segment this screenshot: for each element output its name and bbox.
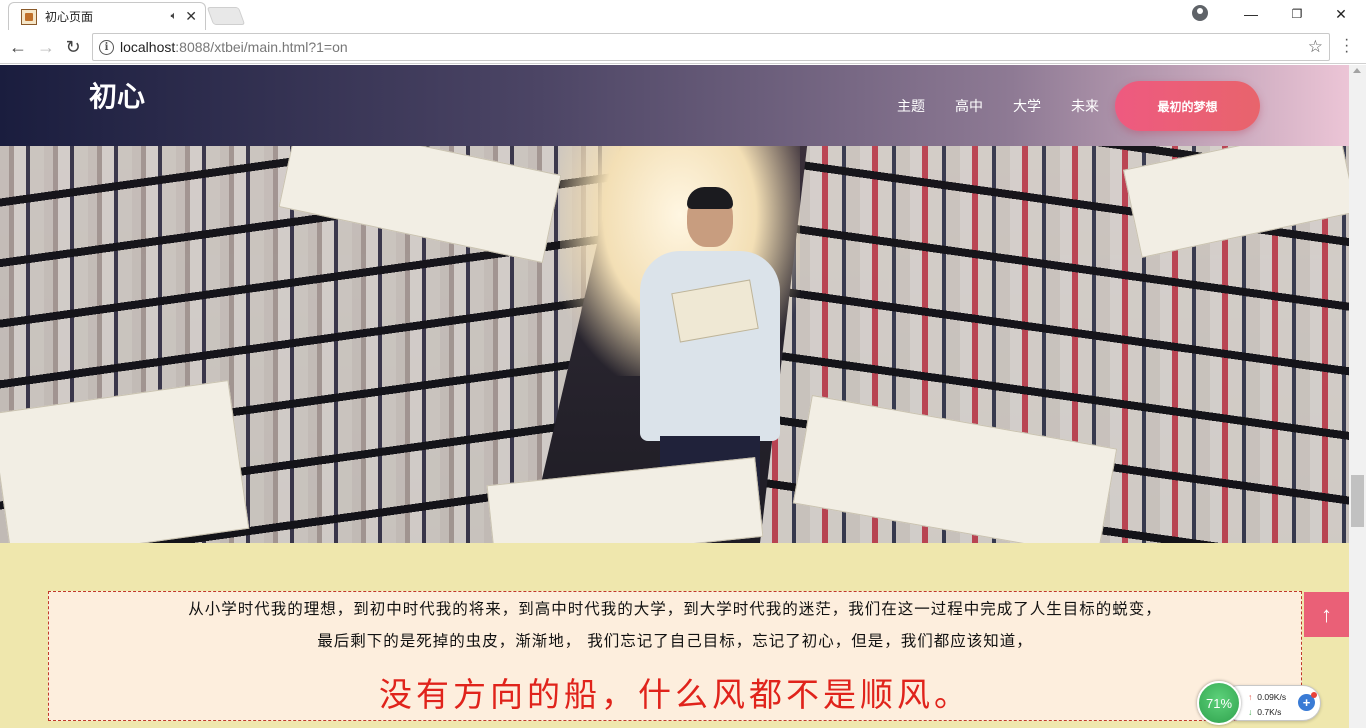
url-host: localhost xyxy=(120,39,176,55)
back-arrow-icon[interactable]: ← xyxy=(7,36,29,58)
browser-toolbar: ← → ↻ i localhost:8088/xtbei/main.html?1… xyxy=(0,30,1366,64)
download-arrow-icon: ↓ xyxy=(1248,707,1253,717)
site-info-icon[interactable]: i xyxy=(99,39,114,55)
nav-link-university[interactable]: 大学 xyxy=(1013,96,1041,116)
account-icon[interactable] xyxy=(1192,5,1208,21)
tab-close-icon[interactable]: ✕ xyxy=(185,8,197,25)
nav-link-label[interactable]: 未来 xyxy=(1071,96,1099,116)
url-path: :8088/xtbei/main.html?1=on xyxy=(175,39,348,55)
page-favicon-icon xyxy=(21,8,37,25)
nav-link-label[interactable]: 大学 xyxy=(1013,96,1041,116)
upload-arrow-icon: ↑ xyxy=(1248,692,1253,702)
site-header: 初心 主题 高中 大学 未来 最初的梦想 xyxy=(0,65,1349,146)
hero-library-image xyxy=(0,146,1349,543)
scroll-up-arrow-icon[interactable] xyxy=(1353,68,1361,73)
download-speed-value: 0.7K/s xyxy=(1257,707,1282,717)
browser-tab-bar: 初心页面 🔈︎ ✕ — ❐ ✕ xyxy=(0,0,1366,30)
forward-arrow-icon[interactable]: → xyxy=(35,36,57,58)
upload-speed: ↑ 0.09K/s xyxy=(1248,692,1286,702)
download-speed: ↓ 0.7K/s xyxy=(1248,707,1281,717)
tab-title: 初心页面 xyxy=(45,10,94,24)
page-scrollbar[interactable] xyxy=(1349,65,1366,728)
quote-headline: 没有方向的船，什么风都不是顺风。 xyxy=(379,675,971,714)
network-speed-widget[interactable]: ↑ 0.09K/s ↓ 0.7K/s 71% + xyxy=(1197,681,1325,725)
upload-speed-value: 0.09K/s xyxy=(1257,692,1287,702)
window-close-button[interactable]: ✕ xyxy=(1318,0,1364,28)
quote-box: 从小学时代我的理想，到初中时代我的将来，到高中时代我的大学，到大学时代我的迷茫，… xyxy=(48,591,1302,721)
bookmark-star-icon[interactable]: ☆ xyxy=(1308,37,1323,57)
window-maximize-button[interactable]: ❐ xyxy=(1274,0,1320,28)
nav-link-future[interactable]: 未来 xyxy=(1071,96,1099,116)
address-bar[interactable]: i localhost:8088/xtbei/main.html?1=on ☆ xyxy=(92,33,1330,61)
nav-link-label[interactable]: 主题 xyxy=(897,96,925,116)
browser-tab[interactable]: 初心页面 🔈︎ ✕ xyxy=(8,2,206,30)
quote-line-1: 从小学时代我的理想，到初中时代我的将来，到高中时代我的大学，到大学时代我的迷茫，… xyxy=(188,600,1162,618)
reload-icon[interactable]: ↻ xyxy=(62,36,84,58)
memory-usage-gauge[interactable]: 71% xyxy=(1197,681,1241,725)
nav-link-theme[interactable]: 主题 xyxy=(897,96,925,116)
speaker-icon[interactable]: 🔈︎ xyxy=(171,10,178,23)
new-tab-button[interactable] xyxy=(206,7,246,25)
dream-cta-button[interactable]: 最初的梦想 xyxy=(1115,81,1260,131)
nav-link-high-school[interactable]: 高中 xyxy=(955,96,983,116)
page-viewport: 初心 主题 高中 大学 未来 最初的梦想 从小学时代我的理想，到初中时代我的将来… xyxy=(0,65,1349,728)
scrollbar-thumb[interactable] xyxy=(1351,475,1364,527)
window-minimize-button[interactable]: — xyxy=(1228,0,1274,28)
site-logo[interactable]: 初心 xyxy=(89,75,145,115)
browser-menu-icon[interactable]: · · · xyxy=(1344,32,1349,60)
quote-line-2: 最后剩下的是死掉的虫皮，渐渐地， 我们忘记了自己目标，忘记了初心，但是，我们都应… xyxy=(317,632,1033,650)
boost-plus-icon[interactable]: + xyxy=(1298,692,1317,711)
nav-link-label[interactable]: 高中 xyxy=(955,96,983,116)
back-to-top-button[interactable]: ↑ xyxy=(1304,592,1349,637)
